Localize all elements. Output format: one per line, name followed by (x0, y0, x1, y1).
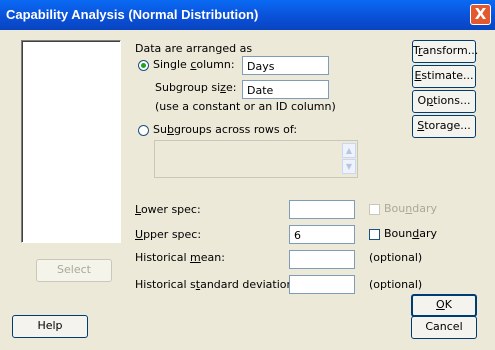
radio-selected-dot (141, 63, 146, 68)
historical-sd-field[interactable] (289, 275, 355, 294)
scroll-up-button[interactable]: ▲ (342, 143, 356, 158)
scroll-down-button[interactable]: ▼ (342, 159, 356, 174)
historical-mean-optional: (optional) (369, 251, 423, 264)
subgroups-across-field[interactable]: ▲ ▼ (154, 140, 358, 178)
boundary-upper-checkbox[interactable] (369, 229, 380, 240)
lower-spec-field[interactable] (289, 200, 355, 219)
single-column-radio[interactable] (138, 60, 149, 71)
dialog-body: Data are arranged as Single column: Days… (0, 30, 495, 350)
lower-spec-label: Lower spec: (135, 203, 201, 216)
scroll-down-icon: ▼ (345, 162, 353, 171)
historical-mean-field[interactable] (289, 250, 355, 269)
storage-button[interactable]: Storage... (412, 115, 476, 138)
single-column-field[interactable]: Days (242, 56, 329, 75)
single-column-label[interactable]: Single column: (153, 58, 235, 71)
transform-button[interactable]: Transform... (412, 40, 478, 63)
historical-sd-optional: (optional) (369, 278, 423, 291)
close-icon: X (474, 5, 487, 23)
title-bar[interactable]: Capability Analysis (Normal Distribution… (0, 0, 495, 30)
ok-button[interactable]: OK (411, 294, 477, 317)
upper-spec-field[interactable]: 6 (289, 225, 355, 244)
cancel-button[interactable]: Cancel (411, 316, 477, 339)
variables-list[interactable] (21, 40, 121, 243)
estimate-button[interactable]: Estimate... (412, 65, 476, 88)
boundary-upper-label: Boundary (384, 227, 437, 240)
subgroups-across-label[interactable]: Subgroups across rows of: (153, 123, 297, 136)
subgroups-across-radio[interactable] (138, 125, 149, 136)
upper-spec-label: Upper spec: (135, 228, 202, 241)
boundary-lower-label: Boundary (384, 202, 437, 215)
subgroup-size-label: Subgroup size: (155, 81, 237, 94)
scroll-up-icon: ▲ (345, 146, 353, 155)
historical-sd-label: Historical standard deviation: (135, 278, 298, 291)
boundary-lower-checkbox[interactable] (369, 204, 380, 215)
window-title: Capability Analysis (Normal Distribution… (6, 7, 259, 22)
help-button[interactable]: Help (12, 315, 88, 338)
select-button[interactable]: Select (36, 259, 112, 282)
historical-mean-label: Historical mean: (135, 251, 225, 264)
close-button[interactable]: X (470, 4, 491, 25)
subgroup-size-field[interactable]: Date (242, 80, 329, 99)
options-button[interactable]: Options... (412, 90, 476, 113)
data-arranged-label: Data are arranged as (135, 42, 253, 55)
subgroup-hint: (use a constant or an ID column) (155, 100, 336, 113)
